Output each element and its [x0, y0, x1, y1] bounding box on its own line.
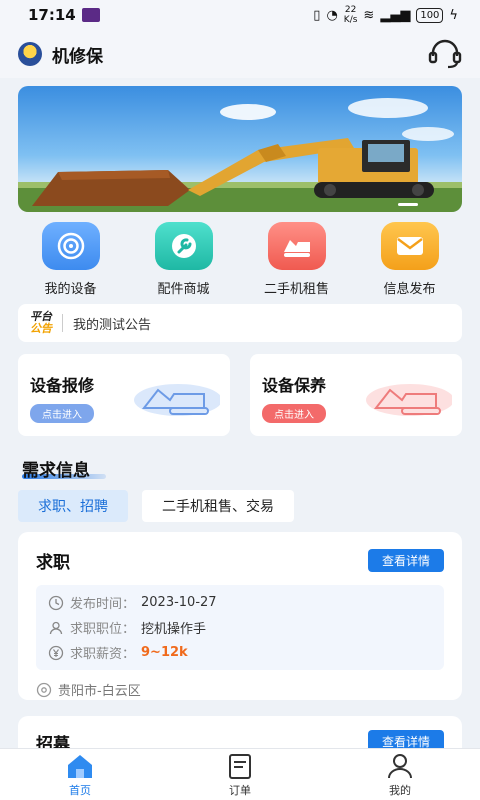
- quick-menu: 我的设备 配件商城 二手机租售 信息发布: [0, 222, 480, 298]
- notice-tag: 平台 公告: [30, 311, 52, 335]
- job-card-header: 求职 查看详情: [36, 548, 444, 573]
- envelope-icon: [380, 222, 439, 270]
- net-speed-unit: K/s: [343, 15, 358, 25]
- notification-app-icon: [81, 8, 100, 22]
- order-list-icon: [229, 753, 251, 779]
- info-value: 2023-10-27: [141, 595, 217, 610]
- enter-button[interactable]: 点击进入: [262, 404, 326, 423]
- job-card-title: 求职: [36, 553, 70, 573]
- home-icon: [68, 754, 92, 778]
- tab-label: 订单: [229, 783, 251, 797]
- wrench-icon: [154, 222, 213, 270]
- profile-icon: [388, 753, 412, 778]
- enter-button[interactable]: 点击进入: [30, 404, 94, 423]
- menu-label: 我的设备: [44, 282, 97, 297]
- status-left: 17:14: [28, 6, 100, 24]
- section-title: 需求信息: [22, 461, 90, 481]
- tab-orders[interactable]: 订单: [180, 752, 300, 798]
- menu-parts-mall[interactable]: 配件商城: [132, 222, 236, 298]
- net-speed: 22 K/s: [344, 5, 358, 25]
- brand: 机修保: [18, 42, 103, 67]
- notice-tag-line2: 公告: [30, 322, 52, 335]
- customer-service-headset-icon[interactable]: [428, 39, 462, 69]
- charging-icon: ϟ: [449, 7, 458, 23]
- tab-home[interactable]: 首页: [20, 752, 140, 798]
- user-icon: [49, 621, 63, 634]
- info-value: 挖机操作手: [141, 622, 207, 637]
- job-card[interactable]: 求职 查看详情 发布时间： 2023-10-27 求职职位： 挖机操作手 求职薪…: [18, 532, 462, 700]
- app-header: 机修保: [0, 30, 480, 78]
- excavator-banner-image: [18, 98, 462, 212]
- status-right: ▯ ◔ 22 K/s ≋ ▂▄▆ 100 ϟ: [313, 5, 458, 25]
- excavator-illustration-icon: [134, 384, 220, 416]
- status-time: 17:14: [28, 6, 76, 24]
- platform-notice-bar[interactable]: 平台 公告 我的测试公告: [18, 304, 462, 342]
- status-bar: 17:14 ▯ ◔ 22 K/s ≋ ▂▄▆ 100 ϟ: [0, 0, 480, 30]
- menu-used-machine-rental[interactable]: 二手机租售: [245, 222, 349, 298]
- clock-icon: [48, 595, 64, 610]
- bottom-tab-bar: 首页 订单 我的: [0, 748, 480, 800]
- location-pin-icon: [36, 682, 52, 697]
- info-row-position: 求职职位： 挖机操作手: [48, 618, 432, 637]
- service-card-maintenance[interactable]: 设备保养 点击进入: [250, 354, 462, 436]
- excavator-illustration-icon: [366, 384, 452, 416]
- vibrate-icon: ▯: [313, 7, 321, 23]
- net-speed-value: 22: [344, 5, 357, 15]
- tab-mine[interactable]: 我的: [340, 752, 460, 798]
- banner-carousel[interactable]: [18, 86, 462, 212]
- wifi-icon: ≋: [363, 7, 375, 23]
- job-info-box: 发布时间： 2023-10-27 求职职位： 挖机操作手 求职薪资： 9~12k: [36, 585, 444, 670]
- info-row-salary: 求职薪资： 9~12k: [48, 643, 432, 662]
- service-card-repair[interactable]: 设备报修 点击进入: [18, 354, 230, 436]
- view-details-button[interactable]: 查看详情: [367, 549, 444, 572]
- target-icon: [41, 222, 100, 270]
- tab-label: 我的: [389, 783, 411, 797]
- divider: [62, 314, 63, 332]
- tab-job-recruit[interactable]: 求职、招聘: [18, 490, 128, 522]
- menu-label: 二手机租售: [263, 282, 329, 297]
- alarm-icon: ◔: [326, 7, 338, 23]
- salary-value: 9~12k: [141, 645, 188, 660]
- cell-signal-icon: ▂▄▆: [380, 7, 411, 23]
- excavator-icon: [267, 222, 326, 270]
- job-location: 贵阳市-白云区: [36, 680, 444, 699]
- menu-label: 信息发布: [383, 282, 436, 297]
- info-row-publish-time: 发布时间： 2023-10-27: [48, 593, 432, 612]
- app-logo: [18, 42, 42, 66]
- app-title: 机修保: [52, 46, 103, 67]
- info-key: 求职薪资：: [70, 647, 136, 662]
- filter-tabs: 求职、招聘 二手机租售、交易: [18, 490, 294, 522]
- notice-text: 我的测试公告: [73, 317, 152, 333]
- menu-my-devices[interactable]: 我的设备: [19, 222, 123, 298]
- menu-label: 配件商城: [157, 282, 210, 297]
- info-key: 求职职位：: [70, 622, 136, 637]
- tab-used-machine-trade[interactable]: 二手机租售、交易: [142, 490, 294, 522]
- menu-info-publish[interactable]: 信息发布: [358, 222, 462, 298]
- tab-label: 首页: [69, 783, 91, 797]
- info-key: 发布时间：: [70, 597, 136, 612]
- battery-icon: 100: [416, 7, 444, 23]
- location-text: 贵阳市-白云区: [58, 684, 141, 699]
- yuan-icon: [48, 645, 64, 660]
